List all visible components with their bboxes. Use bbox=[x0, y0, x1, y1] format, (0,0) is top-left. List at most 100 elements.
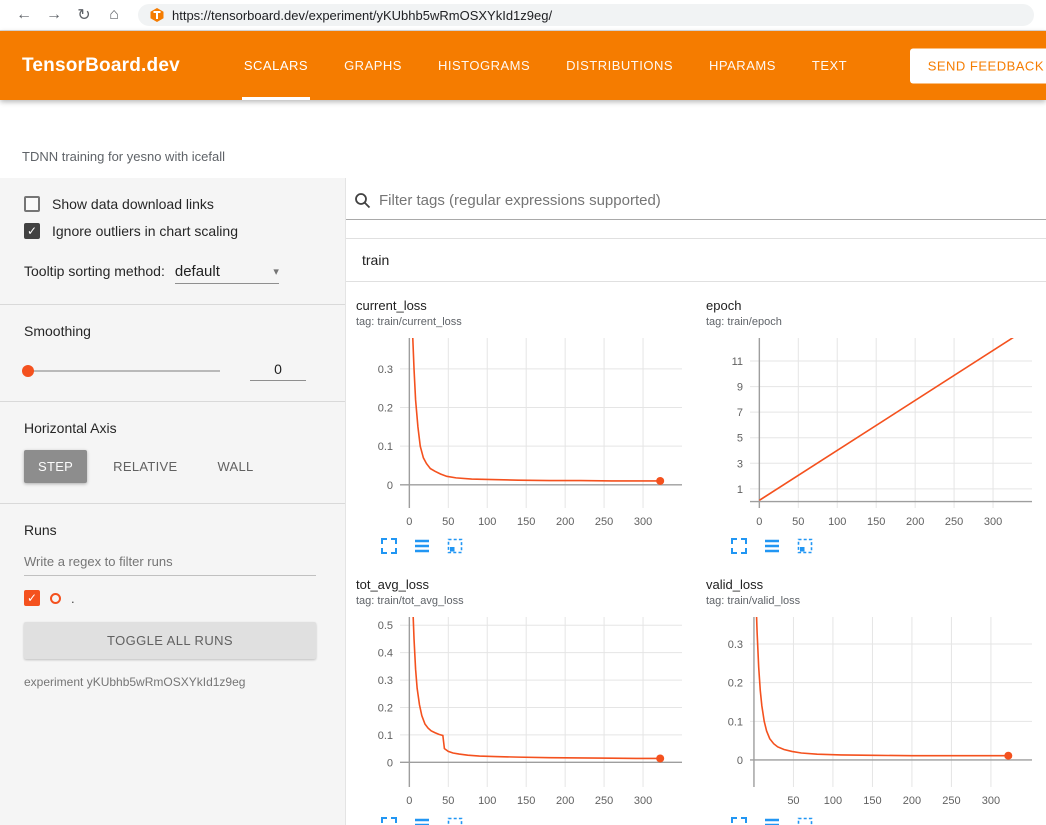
tab-scalars[interactable]: SCALARS bbox=[242, 31, 310, 100]
runs-list-icon[interactable] bbox=[413, 816, 431, 825]
chart-toolbar bbox=[706, 537, 1038, 555]
tot-avg-loss-chart[interactable]: 05010015020025030000.10.20.30.40.5 bbox=[356, 613, 688, 813]
expand-chart-icon[interactable] bbox=[380, 537, 398, 555]
svg-text:0.1: 0.1 bbox=[378, 730, 393, 742]
chart-card-epoch: epoch tag: train/epoch 05010015020025030… bbox=[706, 298, 1038, 555]
svg-text:100: 100 bbox=[478, 516, 496, 528]
experiment-id-label: experiment yKUbhb5wRmOSXYkId1z9eg bbox=[24, 675, 319, 689]
general-settings-section: ✓ Show data download links ✓ Ignore outl… bbox=[0, 178, 345, 305]
svg-text:0: 0 bbox=[737, 755, 743, 767]
content: ✓ Show data download links ✓ Ignore outl… bbox=[0, 178, 1046, 825]
tab-hparams[interactable]: HPARAMS bbox=[707, 31, 778, 100]
axis-step-button[interactable]: STEP bbox=[24, 450, 87, 483]
svg-text:1: 1 bbox=[737, 484, 743, 496]
tensorboard-favicon bbox=[150, 8, 164, 22]
svg-text:100: 100 bbox=[828, 516, 846, 528]
nav-tabs: SCALARS GRAPHS HISTOGRAMS DISTRIBUTIONS … bbox=[242, 31, 881, 100]
runs-filter-input[interactable] bbox=[24, 546, 316, 576]
smoothing-value-field[interactable]: 0 bbox=[250, 361, 306, 381]
svg-text:50: 50 bbox=[442, 795, 454, 807]
show-download-checkbox[interactable]: ✓ bbox=[24, 196, 40, 212]
app-header: TensorBoard.dev SCALARS GRAPHS HISTOGRAM… bbox=[0, 31, 1046, 100]
runs-list-icon[interactable] bbox=[763, 816, 781, 825]
expand-chart-icon[interactable] bbox=[730, 537, 748, 555]
runs-list-icon[interactable] bbox=[763, 537, 781, 555]
svg-text:200: 200 bbox=[556, 516, 574, 528]
run-checkbox[interactable]: ✓ bbox=[24, 590, 40, 606]
svg-text:200: 200 bbox=[556, 795, 574, 807]
smoothing-slider-row: 0 bbox=[24, 361, 319, 381]
run-row[interactable]: ✓ . bbox=[24, 590, 319, 606]
chart-card-tot-avg-loss: tot_avg_loss tag: train/tot_avg_loss 0 50… bbox=[356, 577, 688, 825]
tag-filter-row bbox=[346, 192, 1046, 220]
fit-domain-icon[interactable] bbox=[796, 816, 814, 825]
expand-chart-icon[interactable] bbox=[730, 816, 748, 825]
svg-text:7: 7 bbox=[737, 407, 743, 419]
tag-filter-input[interactable] bbox=[379, 192, 1046, 209]
toggle-all-runs-button[interactable]: TOGGLE ALL RUNS bbox=[24, 622, 316, 659]
tab-histograms[interactable]: HISTOGRAMS bbox=[436, 31, 532, 100]
svg-text:250: 250 bbox=[945, 516, 963, 528]
chart-tag: tag: train/tot_avg_loss bbox=[356, 595, 688, 607]
show-download-label: Show data download links bbox=[52, 196, 214, 212]
axis-relative-button[interactable]: RELATIVE bbox=[99, 450, 191, 483]
expand-chart-icon[interactable] bbox=[380, 816, 398, 825]
chevron-down-icon: ▾ bbox=[273, 265, 279, 278]
svg-text:300: 300 bbox=[634, 516, 652, 528]
ignore-outliers-checkbox[interactable]: ✓ bbox=[24, 223, 40, 239]
svg-text:0.3: 0.3 bbox=[378, 364, 393, 376]
fit-domain-icon[interactable] bbox=[446, 816, 464, 825]
send-feedback-button[interactable]: SEND FEEDBACK bbox=[910, 48, 1046, 83]
fit-domain-icon[interactable] bbox=[446, 537, 464, 555]
run-color-icon bbox=[50, 593, 61, 604]
svg-text:0: 0 bbox=[406, 516, 412, 528]
show-download-row[interactable]: ✓ Show data download links bbox=[24, 196, 319, 212]
app-logo: TensorBoard.dev bbox=[22, 55, 180, 77]
train-group: train current_loss tag: train/current_lo… bbox=[346, 238, 1046, 825]
refresh-icon[interactable]: ↻ bbox=[70, 2, 98, 28]
chart-toolbar bbox=[356, 816, 688, 825]
settings-sidebar: ✓ Show data download links ✓ Ignore outl… bbox=[0, 178, 346, 825]
epoch-chart[interactable]: 0501001502002503001357911 bbox=[706, 334, 1038, 534]
svg-text:50: 50 bbox=[787, 795, 799, 807]
horizontal-axis-label: Horizontal Axis bbox=[24, 420, 319, 436]
tab-distributions[interactable]: DISTRIBUTIONS bbox=[564, 31, 675, 100]
svg-text:0.2: 0.2 bbox=[378, 702, 393, 714]
experiment-description-bar: TDNN training for yesno with icefall bbox=[0, 100, 1046, 178]
horizontal-axis-buttons: STEP RELATIVE WALL bbox=[24, 450, 319, 483]
axis-wall-button[interactable]: WALL bbox=[203, 450, 267, 483]
runs-list-icon[interactable] bbox=[413, 537, 431, 555]
svg-text:200: 200 bbox=[906, 516, 924, 528]
runs-section: Runs ✓ . TOGGLE ALL RUNS experiment yKUb… bbox=[0, 504, 345, 709]
tab-graphs[interactable]: GRAPHS bbox=[342, 31, 404, 100]
valid-loss-chart[interactable]: 5010015020025030000.10.20.3 bbox=[706, 613, 1038, 813]
forward-icon[interactable]: → bbox=[40, 2, 68, 28]
run-name: . bbox=[71, 591, 75, 606]
home-icon[interactable]: ⌂ bbox=[100, 2, 128, 28]
svg-text:0: 0 bbox=[387, 480, 393, 492]
check-icon: ✓ bbox=[27, 592, 37, 604]
current-loss-chart[interactable]: 05010015020025030000.10.20.3 bbox=[356, 334, 688, 534]
svg-text:0.3: 0.3 bbox=[378, 675, 393, 687]
svg-text:250: 250 bbox=[942, 795, 960, 807]
back-icon[interactable]: ← bbox=[10, 2, 38, 28]
svg-text:0.1: 0.1 bbox=[378, 441, 393, 453]
svg-text:0: 0 bbox=[387, 757, 393, 769]
smoothing-slider[interactable] bbox=[24, 370, 220, 372]
svg-text:150: 150 bbox=[517, 795, 535, 807]
smoothing-section: Smoothing 0 bbox=[0, 305, 345, 402]
chart-title: tot_avg_loss bbox=[356, 577, 688, 592]
url-text[interactable]: https://tensorboard.dev/experiment/yKUbh… bbox=[172, 8, 552, 23]
address-bar[interactable]: https://tensorboard.dev/experiment/yKUbh… bbox=[138, 4, 1034, 26]
tooltip-sorting-dropdown[interactable]: default ▾ bbox=[175, 263, 279, 284]
svg-text:50: 50 bbox=[442, 516, 454, 528]
ignore-outliers-row[interactable]: ✓ Ignore outliers in chart scaling bbox=[24, 223, 319, 239]
chart-card-current-loss: current_loss tag: train/current_loss 050… bbox=[356, 298, 688, 555]
smoothing-slider-thumb[interactable] bbox=[22, 365, 34, 377]
svg-text:11: 11 bbox=[732, 356, 743, 368]
tab-text[interactable]: TEXT bbox=[810, 31, 849, 100]
chart-toolbar bbox=[706, 816, 1038, 825]
train-group-header[interactable]: train bbox=[346, 239, 1046, 282]
fit-domain-icon[interactable] bbox=[796, 537, 814, 555]
chart-title: epoch bbox=[706, 298, 1038, 313]
